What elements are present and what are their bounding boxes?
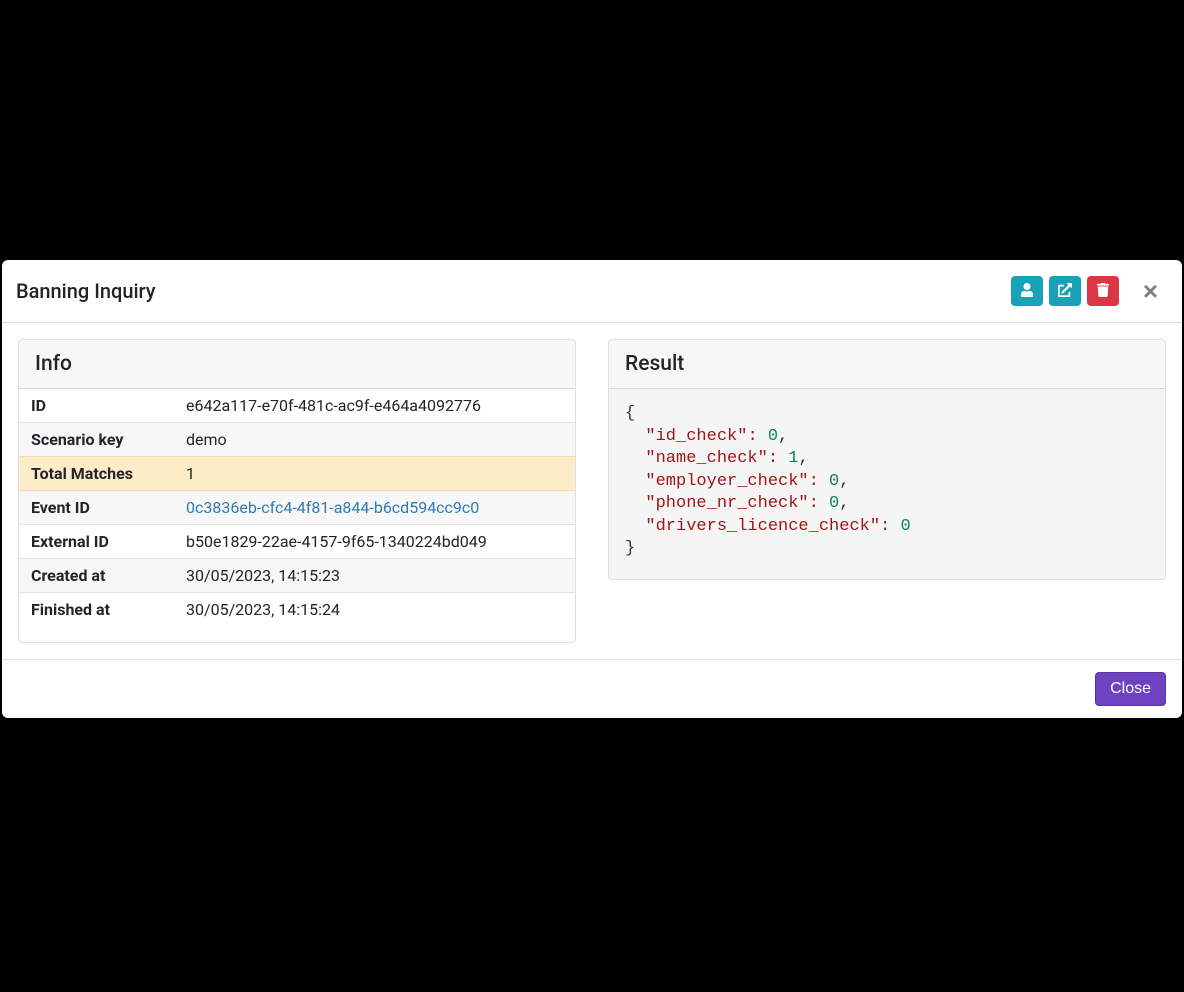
- modal-title: Banning Inquiry: [16, 279, 156, 303]
- event-id-link[interactable]: 0c3836eb-cfc4-4f81-a844-b6cd594cc9c0: [186, 498, 479, 517]
- close-button[interactable]: Close: [1095, 672, 1166, 706]
- table-row: Created at30/05/2023, 14:15:23: [19, 559, 575, 593]
- table-row: External IDb50e1829-22ae-4157-9f65-13402…: [19, 525, 575, 559]
- external-link-icon: [1058, 283, 1072, 300]
- info-row-value: 1: [174, 457, 575, 491]
- info-row-label: Created at: [19, 559, 174, 593]
- result-column: Result { "id_check": 0, "name_check": 1,…: [608, 339, 1166, 643]
- modal-footer: Close: [2, 659, 1182, 718]
- result-card: Result { "id_check": 0, "name_check": 1,…: [608, 339, 1166, 580]
- info-row-value: b50e1829-22ae-4157-9f65-1340224bd049: [174, 525, 575, 559]
- header-actions: ×: [1011, 274, 1166, 308]
- close-icon: ×: [1143, 276, 1158, 306]
- modal-body: Info IDe642a117-e70f-481c-ac9f-e464a4092…: [2, 323, 1182, 659]
- info-row-label: Finished at: [19, 593, 174, 627]
- info-column: Info IDe642a117-e70f-481c-ac9f-e464a4092…: [18, 339, 576, 643]
- table-row: IDe642a117-e70f-481c-ac9f-e464a4092776: [19, 389, 575, 423]
- info-row-value: 30/05/2023, 14:15:23: [174, 559, 575, 593]
- info-row-label: ID: [19, 389, 174, 423]
- info-row-label: Event ID: [19, 491, 174, 525]
- modal-dialog: Banning Inquiry ×: [2, 260, 1182, 718]
- info-card-padding: [19, 626, 575, 642]
- trash-icon: [1096, 283, 1110, 300]
- info-row-label: Total Matches: [19, 457, 174, 491]
- open-external-button[interactable]: [1049, 276, 1081, 306]
- info-row-value: e642a117-e70f-481c-ac9f-e464a4092776: [174, 389, 575, 423]
- info-table: IDe642a117-e70f-481c-ac9f-e464a4092776Sc…: [19, 389, 575, 626]
- table-row: Total Matches1: [19, 457, 575, 491]
- table-row: Finished at30/05/2023, 14:15:24: [19, 593, 575, 627]
- info-row-value: 30/05/2023, 14:15:24: [174, 593, 575, 627]
- table-row: Scenario keydemo: [19, 423, 575, 457]
- user-button[interactable]: [1011, 276, 1043, 306]
- info-card-header: Info: [19, 340, 575, 389]
- result-card-header: Result: [609, 340, 1165, 389]
- close-x-button[interactable]: ×: [1135, 274, 1166, 308]
- delete-button[interactable]: [1087, 276, 1119, 306]
- info-row-value: demo: [174, 423, 575, 457]
- info-row-value[interactable]: 0c3836eb-cfc4-4f81-a844-b6cd594cc9c0: [174, 491, 575, 525]
- info-row-label: External ID: [19, 525, 174, 559]
- result-json: { "id_check": 0, "name_check": 1, "emplo…: [609, 389, 1165, 579]
- user-icon: [1020, 283, 1034, 300]
- modal-header: Banning Inquiry ×: [2, 260, 1182, 323]
- info-card: Info IDe642a117-e70f-481c-ac9f-e464a4092…: [18, 339, 576, 643]
- info-row-label: Scenario key: [19, 423, 174, 457]
- table-row: Event ID 0c3836eb-cfc4-4f81-a844-b6cd594c…: [19, 491, 575, 525]
